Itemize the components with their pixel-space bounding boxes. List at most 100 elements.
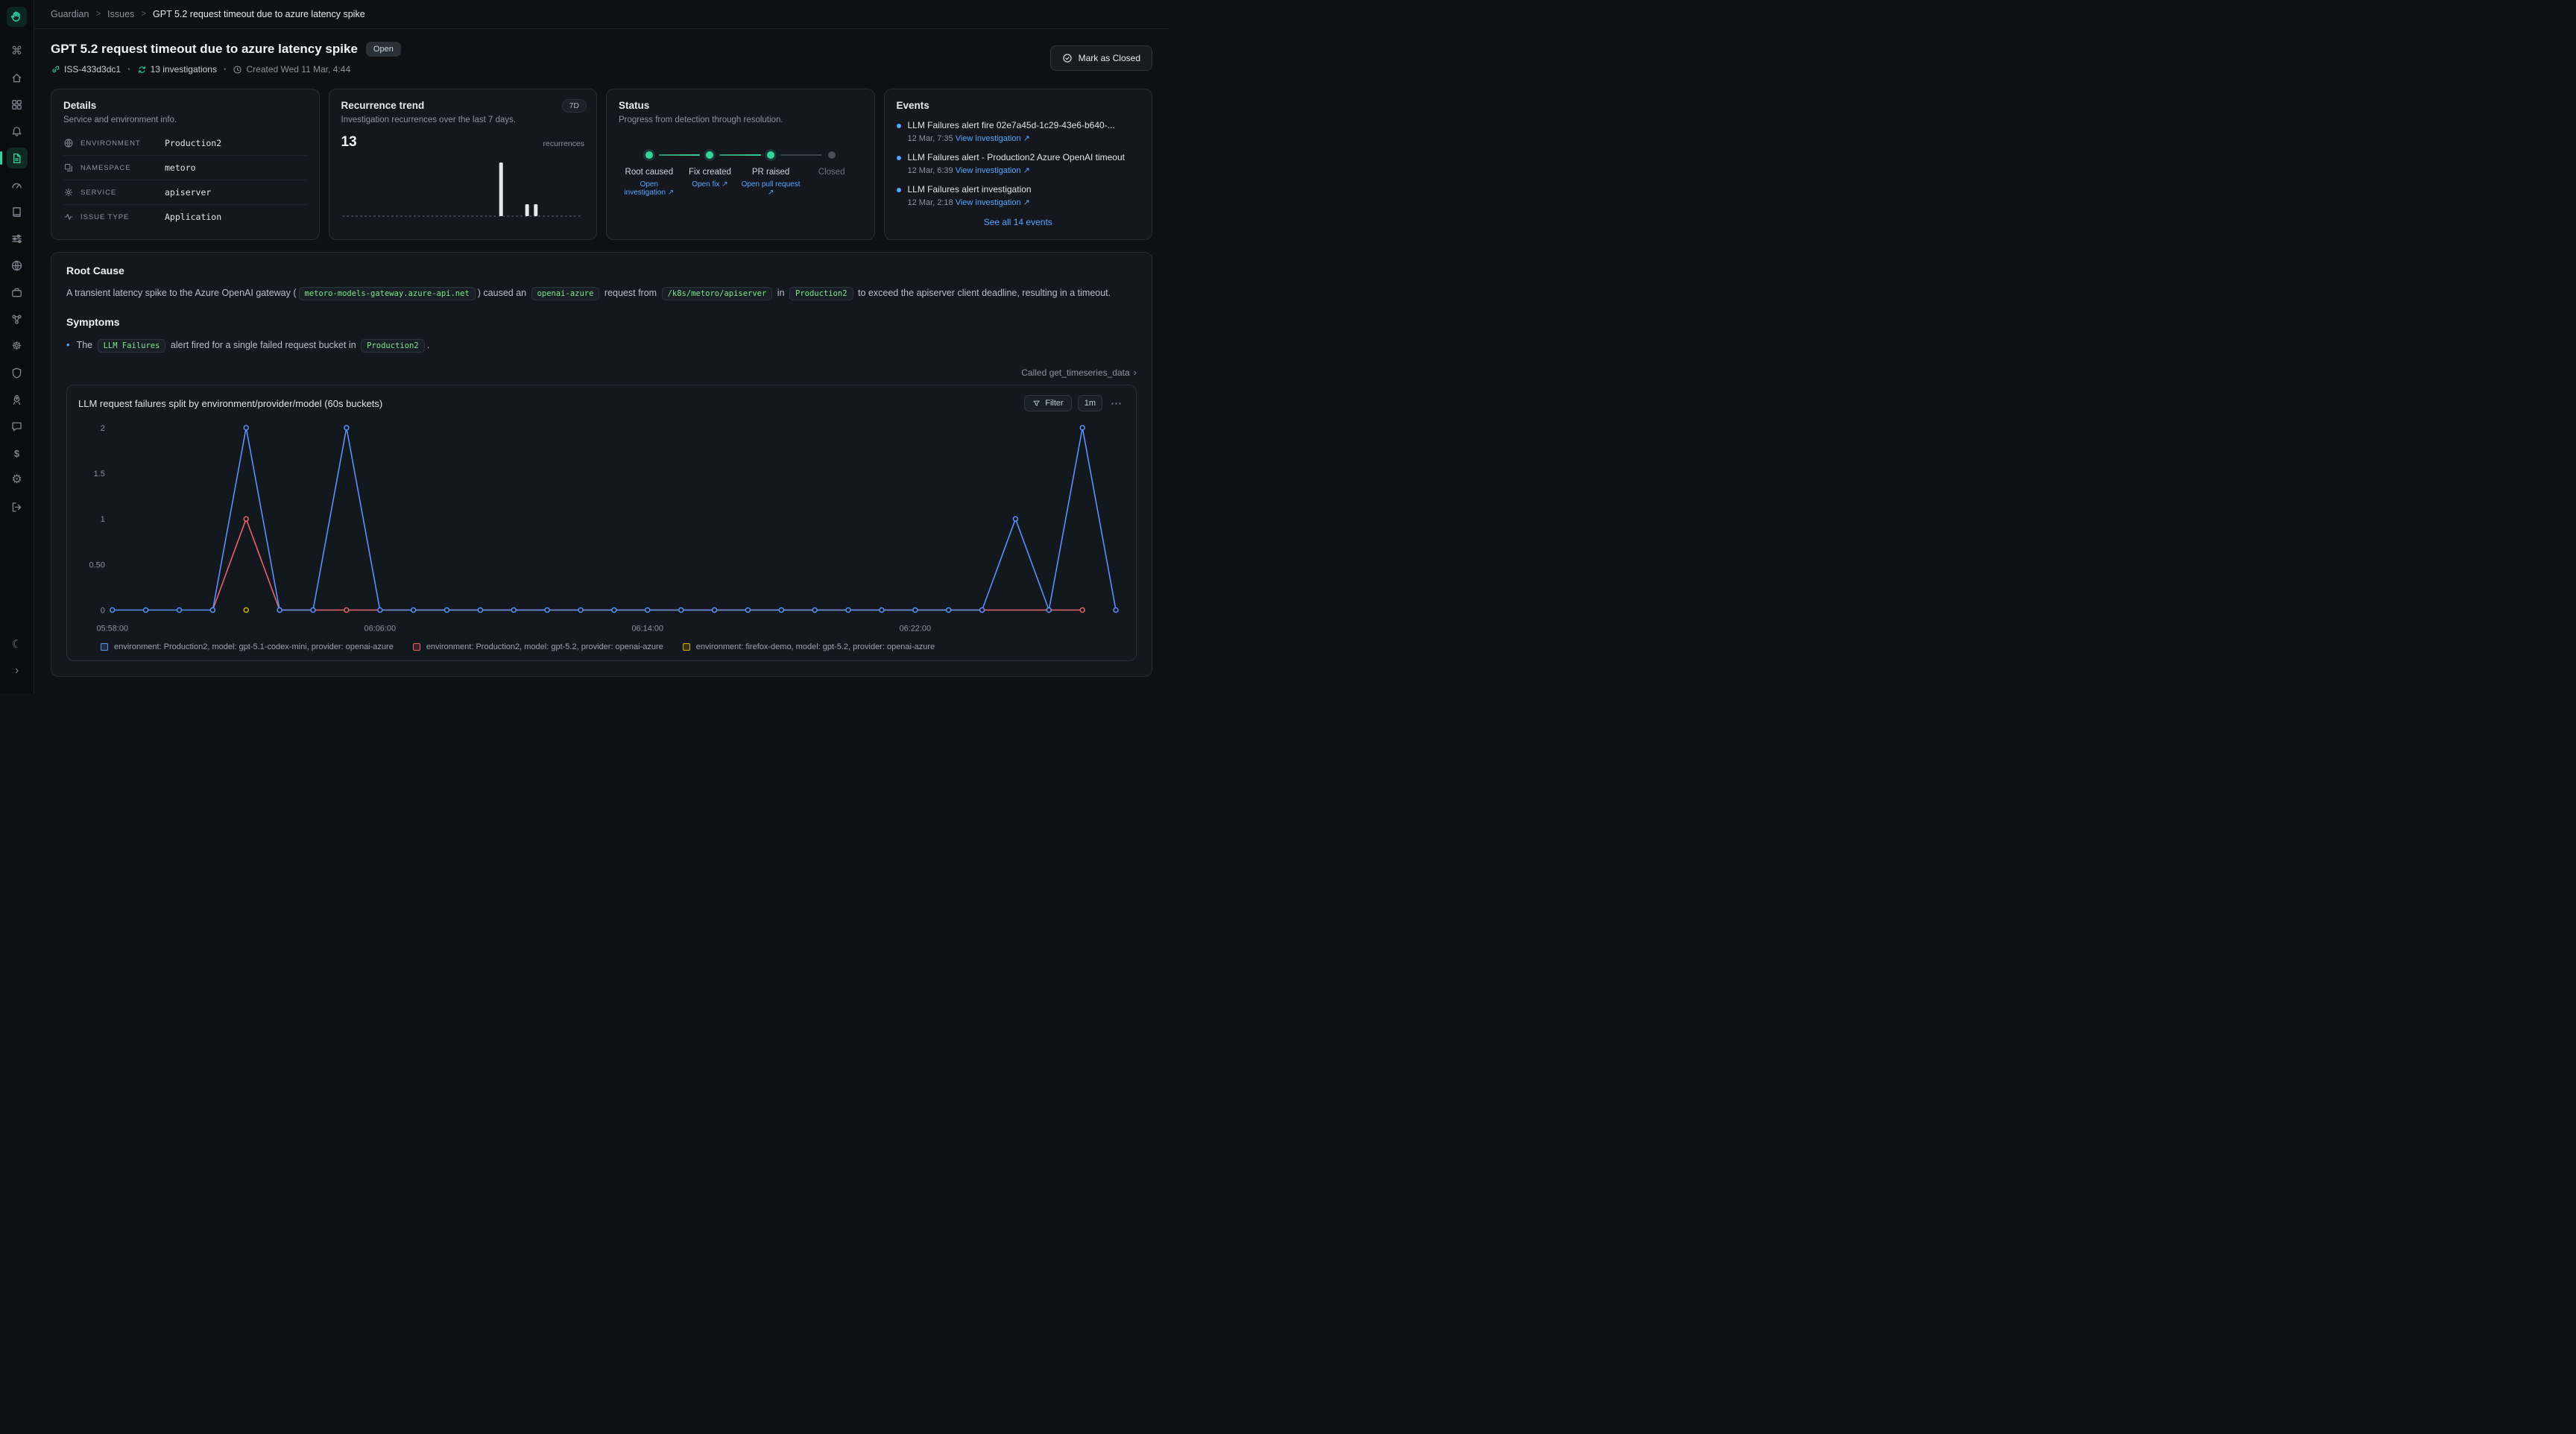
interval-pill[interactable]: 1m: [1078, 395, 1102, 411]
status-subtitle: Progress from detection through resoluti…: [619, 116, 862, 124]
sidebar: ⌘ ☸: [0, 0, 34, 693]
sidebar-item-command[interactable]: ⌘: [7, 40, 28, 61]
view-investigation-link[interactable]: View investigation ↗: [956, 198, 1030, 207]
dollar-icon: $: [14, 449, 19, 458]
open-fix-link[interactable]: Open fix ↗: [692, 180, 727, 189]
sidebar-item-kubernetes[interactable]: ☸: [7, 335, 28, 356]
recurrence-subtitle: Investigation recurrences over the last …: [341, 116, 585, 124]
levels-icon: [10, 233, 23, 245]
detail-row-service: SERVICE apiserver: [63, 180, 307, 205]
activity-icon: [63, 212, 74, 222]
events-list: LLM Failures alert fire 02e7a45d-1c29-43…: [897, 120, 1140, 207]
mark-as-closed-button[interactable]: Mark as Closed: [1050, 45, 1152, 71]
sidebar-item-home[interactable]: [7, 67, 28, 88]
period-badge[interactable]: 7D: [562, 99, 587, 113]
root-cause-text: A transient latency spike to the Azure O…: [66, 283, 1137, 303]
breadcrumb-item-guardian[interactable]: Guardian: [51, 9, 89, 19]
chart-menu-button[interactable]: ⋯: [1108, 397, 1125, 410]
page-content: GPT 5.2 request timeout due to azure lat…: [34, 29, 1169, 693]
bullet-icon: •: [66, 336, 70, 355]
event-bullet: [897, 156, 901, 160]
chart-panel: LLM request failures split by environmen…: [66, 385, 1137, 661]
step-dot: [645, 151, 653, 159]
recurrence-title: Recurrence trend: [341, 100, 585, 111]
step-dot: [828, 151, 836, 159]
open-investigation-link[interactable]: Open investigation ↗: [619, 180, 680, 197]
issues-file-icon: [10, 152, 23, 165]
link-icon: [51, 65, 60, 75]
recurrence-card: Recurrence trend 7D Investigation recurr…: [329, 89, 598, 240]
recurrence-mini-chart: [341, 152, 585, 224]
step-closed: Closed: [801, 151, 862, 198]
sidebar-item-workloads[interactable]: [7, 282, 28, 303]
svg-text:2: 2: [101, 424, 105, 433]
legend-item: environment: firefox-demo, model: gpt-5.…: [683, 642, 935, 651]
events-title: Events: [897, 100, 1140, 111]
page-title: GPT 5.2 request timeout due to azure lat…: [51, 42, 358, 57]
service-gear-icon: [63, 187, 74, 198]
sidebar-item-issues[interactable]: [7, 148, 28, 168]
detail-row-environment: ENVIRONMENT Production2: [63, 131, 307, 156]
see-all-events-link[interactable]: See all 14 events: [897, 217, 1140, 227]
sidebar-item-notifications[interactable]: [7, 121, 28, 142]
gear-icon: ⚙: [11, 474, 22, 486]
view-investigation-link[interactable]: View investigation ↗: [956, 134, 1030, 143]
created-timestamp: Created Wed 11 Mar, 4:44: [233, 64, 350, 75]
event-bullet: [897, 124, 901, 128]
page-header: GPT 5.2 request timeout due to azure lat…: [51, 42, 1152, 75]
details-subtitle: Service and environment info.: [63, 116, 307, 124]
sidebar-item-network[interactable]: [7, 255, 28, 276]
external-link-icon: ↗: [668, 189, 674, 197]
filter-button[interactable]: Filter: [1024, 395, 1071, 411]
svg-text:1.5: 1.5: [94, 470, 105, 478]
main-column: Guardian > Issues > GPT 5.2 request time…: [34, 0, 1169, 693]
shield-icon: [10, 367, 23, 379]
moon-icon: ☾: [12, 639, 22, 650]
app-logo[interactable]: [7, 7, 27, 27]
sidebar-item-costs[interactable]: $: [7, 443, 28, 464]
sidebar-item-expand[interactable]: ›: [7, 660, 28, 681]
sidebar-item-deployments[interactable]: [7, 389, 28, 410]
sidebar-item-cluster[interactable]: [7, 309, 28, 329]
sidebar-item-theme-toggle[interactable]: ☾: [7, 634, 28, 654]
sidebar-item-security[interactable]: [7, 362, 28, 383]
legend-item: environment: Production2, model: gpt-5.2…: [413, 642, 663, 651]
failures-line-chart: 00.5011.5205:58:0006:06:0006:14:0006:22:…: [78, 416, 1125, 638]
svg-text:05:58:00: 05:58:00: [96, 624, 128, 633]
external-link-icon: ↗: [722, 180, 727, 189]
step-dot: [706, 151, 713, 159]
sidebar-item-chat[interactable]: [7, 416, 28, 437]
sidebar-item-logout[interactable]: [7, 496, 28, 517]
svg-text:0: 0: [101, 606, 105, 615]
events-card: Events LLM Failures alert fire 02e7a45d-…: [884, 89, 1153, 240]
legend-item: environment: Production2, model: gpt-5.1…: [101, 642, 394, 651]
summary-cards-row: Details Service and environment info. EN…: [51, 89, 1152, 240]
sidebar-item-metrics[interactable]: [7, 174, 28, 195]
bell-icon: [10, 125, 23, 138]
chevron-right-icon: ›: [15, 665, 19, 677]
meta-separator: •: [224, 66, 227, 74]
external-link-icon: ↗: [1023, 134, 1030, 143]
sidebar-item-docs[interactable]: [7, 201, 28, 222]
sidebar-item-traces[interactable]: [7, 228, 28, 249]
globe-icon: [63, 138, 74, 148]
symptoms-title: Symptoms: [66, 316, 1137, 328]
tool-call-row[interactable]: Called get_timeseries_data ›: [66, 367, 1137, 378]
chevron-right-icon: ›: [1134, 367, 1137, 378]
breadcrumb-item-issues[interactable]: Issues: [107, 9, 134, 19]
sidebar-item-settings[interactable]: ⚙: [7, 470, 28, 490]
issue-id: ISS-433d3dc1: [51, 64, 121, 75]
sidebar-item-apps[interactable]: [7, 94, 28, 115]
details-title: Details: [63, 100, 307, 111]
svg-text:06:06:00: 06:06:00: [364, 624, 397, 633]
view-investigation-link[interactable]: View investigation ↗: [956, 166, 1030, 175]
logout-icon: [10, 501, 23, 514]
legend-swatch: [413, 643, 420, 651]
event-item: LLM Failures alert fire 02e7a45d-1c29-43…: [897, 120, 1140, 143]
open-pull-request-link[interactable]: Open pull request ↗: [740, 180, 801, 197]
root-cause-card: Root Cause A transient latency spike to …: [51, 252, 1152, 677]
briefcase-icon: [10, 286, 23, 299]
external-link-icon: ↗: [1023, 198, 1030, 207]
command-icon: ⌘: [11, 45, 22, 57]
step-root-caused: Root caused Open investigation ↗: [619, 151, 680, 198]
